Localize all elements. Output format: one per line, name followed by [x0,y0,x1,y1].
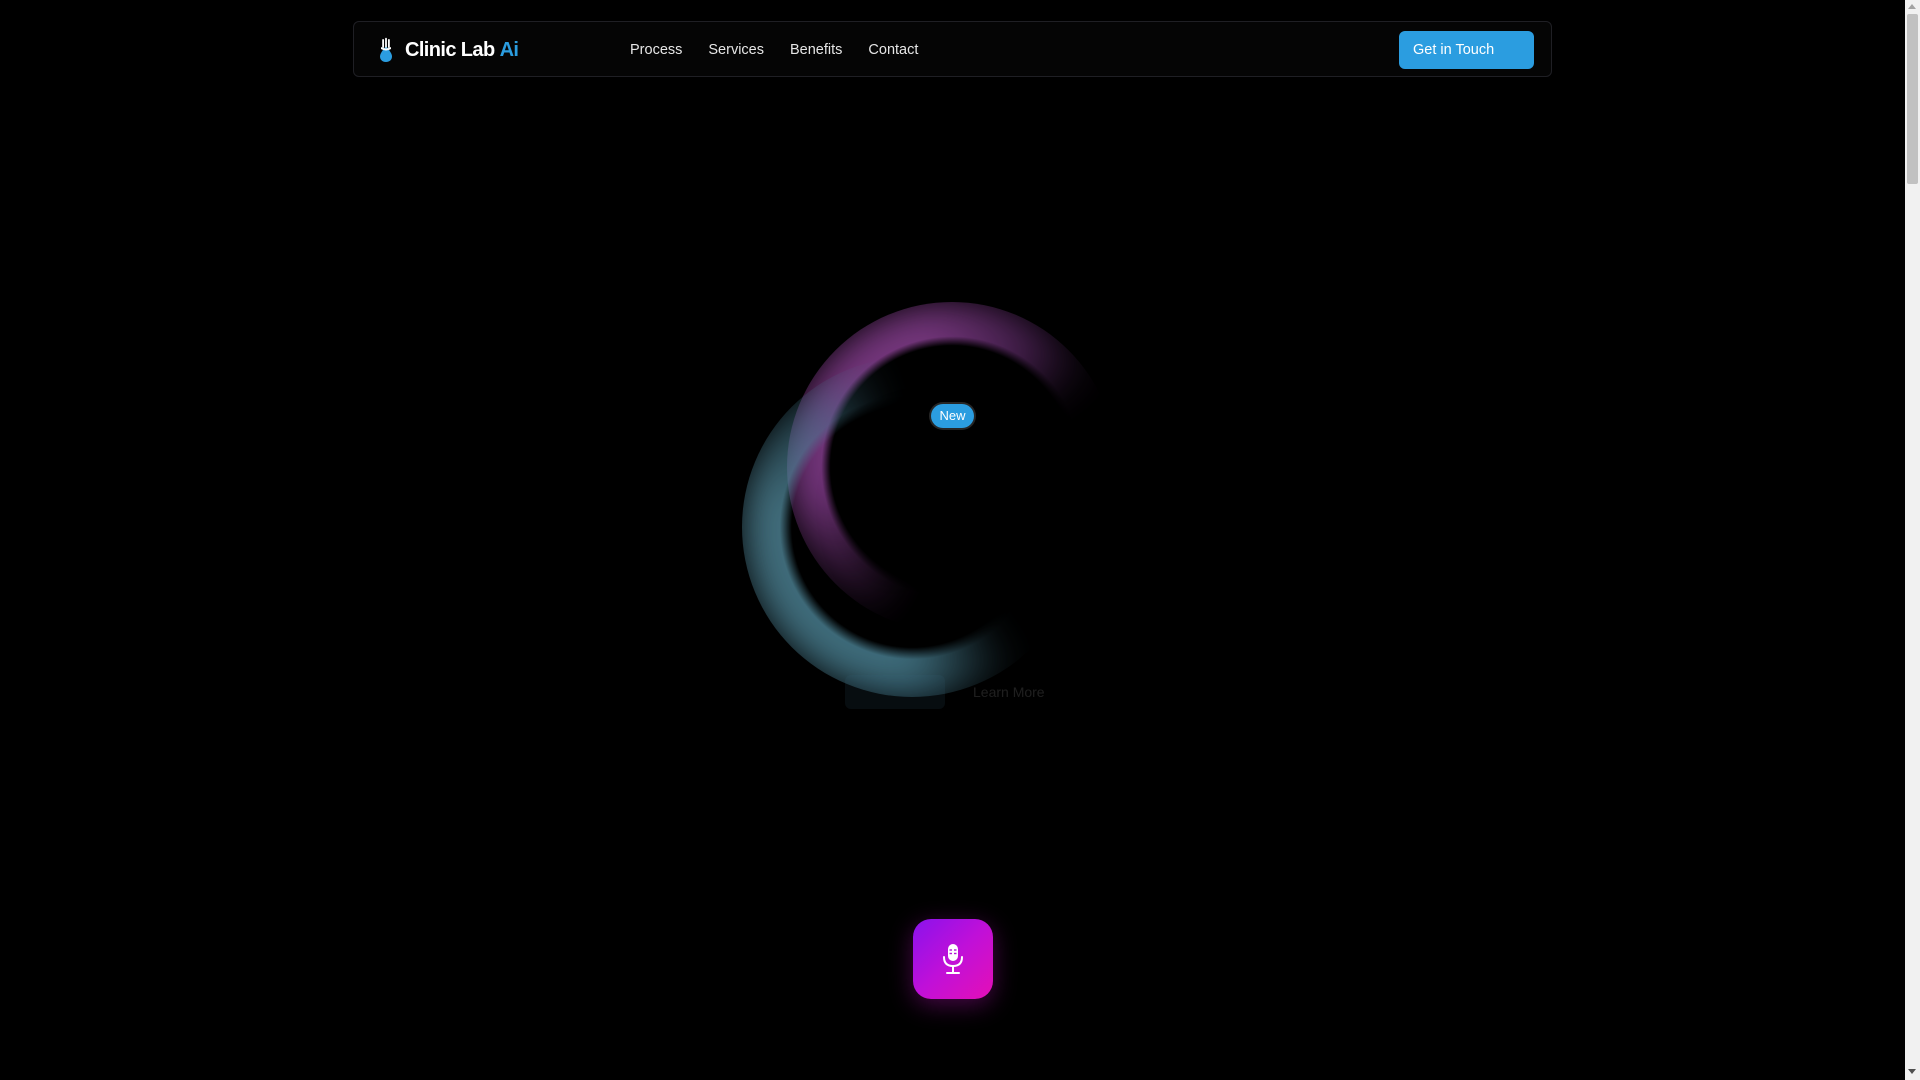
get-in-touch-button[interactable]: Get in Touch [1399,31,1534,69]
brand-accent: Ai [499,38,519,61]
brand-name: Clinic Lab [405,38,495,61]
vertical-scrollbar[interactable] [1905,0,1920,1080]
nav-link-process[interactable]: Process [630,42,682,58]
hero-actions: Learn More [845,675,1045,709]
nav-link-services[interactable]: Services [708,42,764,58]
nav-link-benefits[interactable]: Benefits [790,42,842,58]
voice-assistant-button[interactable] [913,919,993,999]
orb-core [862,432,1012,582]
hand-drop-icon [380,37,392,62]
nav-links: Process Services Benefits Contact [630,22,944,78]
page: New Learn More Clinic Lab Ai Process Ser… [0,0,1920,1080]
hero-primary-button[interactable] [845,675,945,709]
new-badge: New [931,404,974,428]
nav-link-contact[interactable]: Contact [868,42,918,58]
brand-logo-link[interactable]: Clinic Lab Ai [376,22,519,78]
scrollbar-thumb[interactable] [1907,14,1918,184]
hero-section: New Learn More [0,0,1905,1080]
scroll-up-arrow-icon[interactable] [1908,4,1916,9]
animated-orb [712,282,1172,742]
microphone-icon [943,944,963,974]
scroll-down-arrow-icon[interactable] [1908,1069,1916,1074]
top-navbar: Clinic Lab Ai Process Services Benefits … [353,21,1552,77]
learn-more-link[interactable]: Learn More [973,684,1045,700]
